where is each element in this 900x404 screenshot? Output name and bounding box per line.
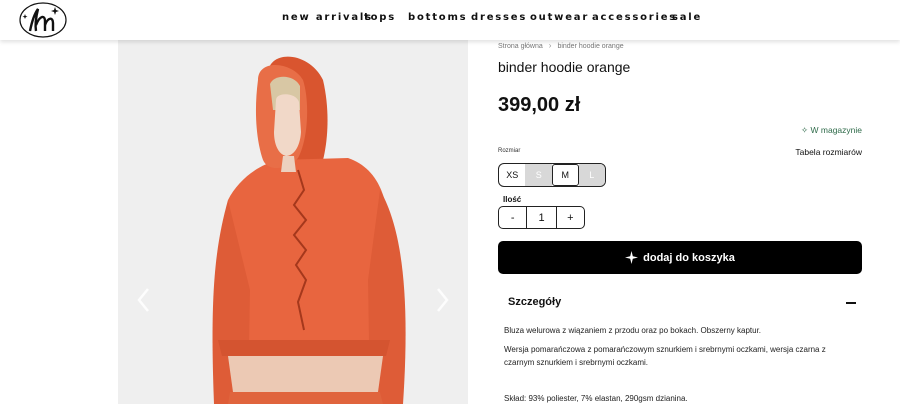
nav-dresses[interactable]: dresses [471, 12, 527, 23]
add-to-cart-button[interactable]: dodaj do koszyka [498, 241, 862, 274]
size-option-s[interactable]: S [525, 164, 552, 186]
size-option-m[interactable]: M [551, 164, 579, 186]
site-header: new arrivals tops bottoms dresses outwea… [0, 0, 900, 40]
size-table-link[interactable]: Tabela rozmiarów [795, 147, 862, 157]
nav-bottoms[interactable]: bottoms [408, 12, 467, 23]
quantity-stepper: - 1 + [498, 206, 585, 229]
nav-tops[interactable]: tops [364, 12, 396, 23]
stock-text: W magazynie [810, 125, 863, 135]
main-nav: new arrivals tops bottoms dresses outwea… [0, 0, 900, 40]
product-photo [212, 56, 406, 404]
nav-outwear[interactable]: outwear [530, 12, 589, 23]
nav-new-arrivals[interactable]: new arrivals [282, 12, 373, 23]
next-image-icon[interactable] [432, 285, 452, 315]
quantity-increase-button[interactable]: + [557, 207, 584, 228]
quantity-decrease-button[interactable]: - [499, 207, 526, 228]
details-title: Szczegóły [508, 296, 562, 308]
nav-sale[interactable]: sale [672, 12, 702, 23]
composition-text: Skład: 93% poliester, 7% elastan, 290gsm… [504, 394, 688, 403]
sparkle-icon [625, 251, 639, 264]
description-paragraph: Bluza welurowa z wiązaniem z przodu oraz… [504, 326, 762, 335]
stock-status: ✧ W magazynie [801, 125, 862, 136]
chevron-right-icon: › [548, 41, 552, 50]
product-title: binder hoodie orange [498, 59, 631, 75]
nav-accessories[interactable]: accessories [592, 12, 677, 23]
product-price: 399,00 zł [498, 94, 581, 116]
prev-image-icon[interactable] [134, 285, 154, 315]
breadcrumb-current: binder hoodie orange [557, 43, 624, 50]
description-paragraph: Wersja pomarańczowa z pomarańczowym sznu… [504, 345, 826, 367]
size-label: Rozmiar [498, 148, 521, 154]
collapse-icon[interactable] [846, 302, 856, 304]
size-option-l[interactable]: L [578, 164, 605, 186]
breadcrumb: Strona główna › binder hoodie orange [498, 41, 624, 50]
size-selector: XS S M L [498, 163, 606, 187]
add-to-cart-label: dodaj do koszyka [643, 251, 735, 264]
sparkle-icon: ✧ [801, 125, 809, 135]
quantity-input[interactable]: 1 [526, 207, 557, 228]
size-option-xs[interactable]: XS [499, 164, 525, 186]
product-gallery [118, 40, 468, 404]
breadcrumb-home[interactable]: Strona główna [498, 43, 543, 50]
details-accordion-header[interactable]: Szczegóły [498, 288, 862, 316]
quantity-label: Ilość [503, 195, 522, 204]
product-details: Strona główna › binder hoodie orange binde… [498, 40, 862, 404]
